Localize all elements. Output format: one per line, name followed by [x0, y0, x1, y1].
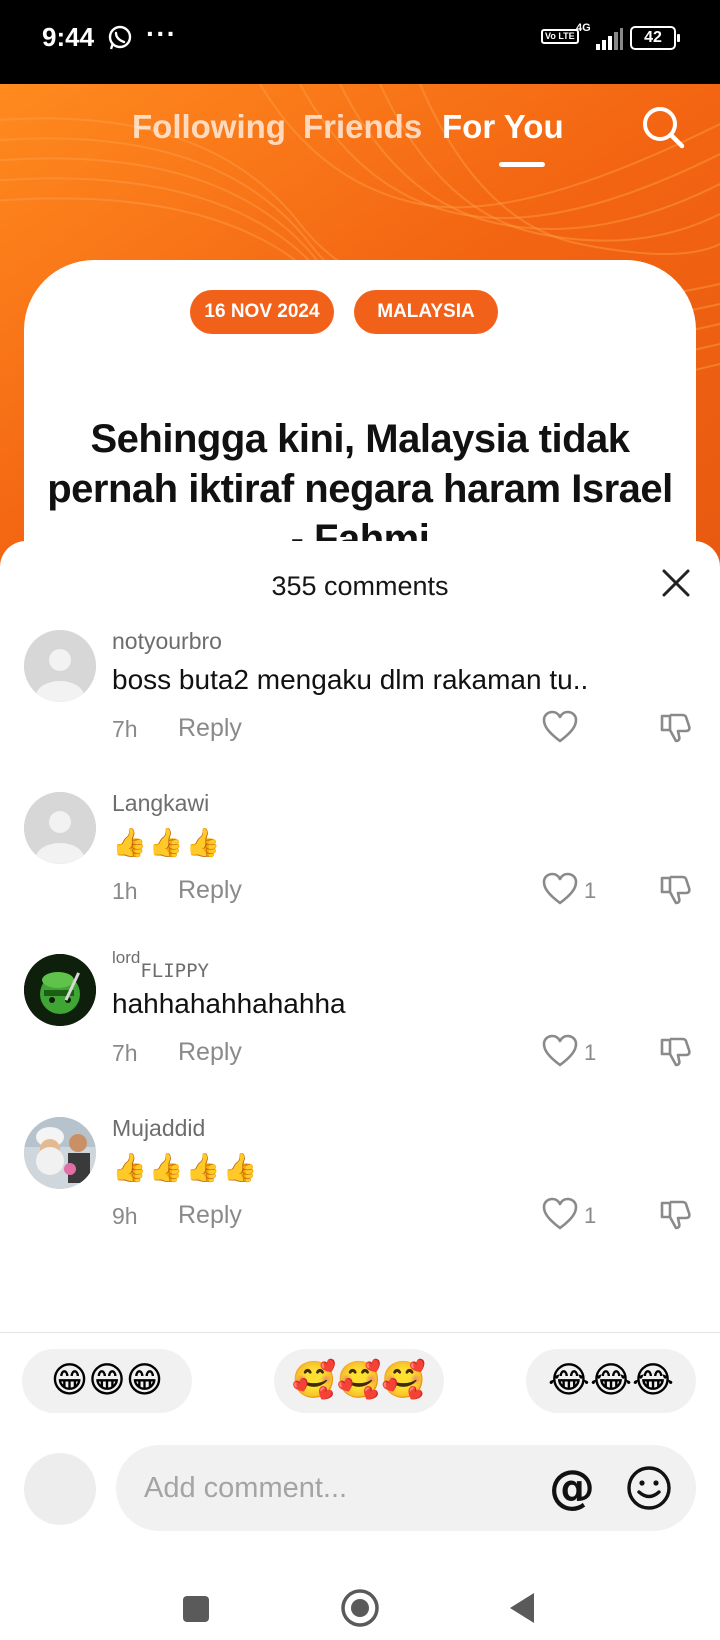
quick-emoji-love[interactable]: 🥰🥰🥰	[274, 1349, 444, 1413]
my-avatar	[24, 1453, 96, 1525]
username-suffix: FLIPPY	[140, 960, 209, 982]
tab-friends[interactable]: Friends	[303, 108, 422, 146]
tab-for-you[interactable]: For You	[442, 108, 564, 146]
comment-username[interactable]: notyourbro	[112, 628, 222, 655]
comment-time: 9h	[112, 1203, 138, 1229]
comment-time: 7h	[112, 1040, 138, 1066]
comment-text: boss buta2 mengaku dlm rakaman tu..	[112, 664, 589, 695]
comment-input[interactable]	[116, 1445, 696, 1531]
top-nav: Following Friends For You	[0, 84, 720, 174]
comment-time: 7h	[112, 716, 138, 742]
signal-icon	[596, 28, 623, 50]
comment-text: 👍👍👍👍	[112, 1151, 260, 1184]
volte-icon: Vo LTE	[541, 29, 579, 44]
heart-icon[interactable]	[542, 1197, 578, 1231]
status-time: 9:44	[42, 22, 95, 52]
more-notifications-icon: ···	[146, 18, 177, 49]
active-tab-indicator	[499, 162, 545, 167]
comment-item: Mujaddid 👍👍👍👍 9h Reply 1	[0, 1115, 720, 1277]
avatar[interactable]	[24, 954, 96, 1026]
quick-emoji-grin[interactable]: 😁😁😁	[22, 1349, 192, 1413]
whatsapp-icon	[108, 25, 132, 50]
comment-item: notyourbro boss buta2 mengaku dlm rakama…	[0, 628, 720, 790]
close-icon[interactable]	[660, 567, 692, 599]
avatar[interactable]	[24, 1117, 96, 1189]
country-tag: MALAYSIA	[354, 290, 498, 334]
dislike-icon[interactable]	[658, 872, 692, 906]
comment-item: lordFLIPPY hahhahahhahahha 7h Reply 1	[0, 948, 720, 1114]
date-tag: 16 NOV 2024	[190, 290, 334, 334]
comments-sheet: 355 comments notyourbro boss buta2 menga…	[0, 541, 720, 1640]
dislike-icon[interactable]	[658, 1034, 692, 1068]
comments-count-title: 355 comments	[271, 571, 449, 601]
default-avatar-icon	[24, 792, 96, 864]
mention-icon[interactable]: @	[548, 1461, 596, 1513]
heart-icon[interactable]	[542, 710, 578, 744]
search-icon[interactable]	[640, 104, 688, 152]
heart-icon[interactable]	[542, 1034, 578, 1068]
reply-button[interactable]: Reply	[178, 714, 242, 743]
like-count: 1	[584, 1040, 597, 1065]
user-avatar-image	[24, 1117, 96, 1189]
comment-text: 👍👍👍	[112, 826, 223, 859]
recent-apps-button[interactable]	[181, 1594, 211, 1624]
username-prefix: lord	[112, 948, 141, 967]
divider	[0, 1332, 720, 1333]
emoji-picker-icon[interactable]	[626, 1465, 672, 1511]
tab-following[interactable]: Following	[132, 108, 286, 146]
comment-item: Langkawi 👍👍👍 1h Reply 1	[0, 790, 720, 952]
like-count: 1	[584, 878, 597, 903]
heart-icon[interactable]	[542, 872, 578, 906]
comment-text: hahhahahhahahha	[112, 988, 346, 1019]
comment-time: 1h	[112, 878, 138, 904]
reply-button[interactable]: Reply	[178, 1038, 242, 1067]
comment-username[interactable]: lordFLIPPY	[112, 948, 209, 982]
comment-username[interactable]: Mujaddid	[112, 1115, 205, 1142]
home-button[interactable]	[340, 1588, 380, 1628]
user-avatar-image	[24, 954, 96, 1026]
avatar[interactable]	[24, 792, 96, 864]
battery-icon: 42	[630, 26, 680, 50]
status-bar: 9:44 ··· Vo LTE 4G 42	[0, 0, 720, 84]
default-avatar-icon	[24, 630, 96, 702]
dislike-icon[interactable]	[658, 710, 692, 744]
video-player[interactable]: Following Friends For You 16 NOV 2024 MA…	[0, 84, 720, 564]
reply-button[interactable]: Reply	[178, 1201, 242, 1230]
like-count: 1	[584, 1203, 597, 1228]
dislike-icon[interactable]	[658, 1197, 692, 1231]
back-button[interactable]	[507, 1591, 537, 1625]
network-type: 4G	[576, 22, 591, 34]
reply-button[interactable]: Reply	[178, 876, 242, 905]
comment-username[interactable]: Langkawi	[112, 790, 209, 817]
quick-emoji-laugh[interactable]: 😂😂😂	[526, 1349, 696, 1413]
avatar[interactable]	[24, 630, 96, 702]
